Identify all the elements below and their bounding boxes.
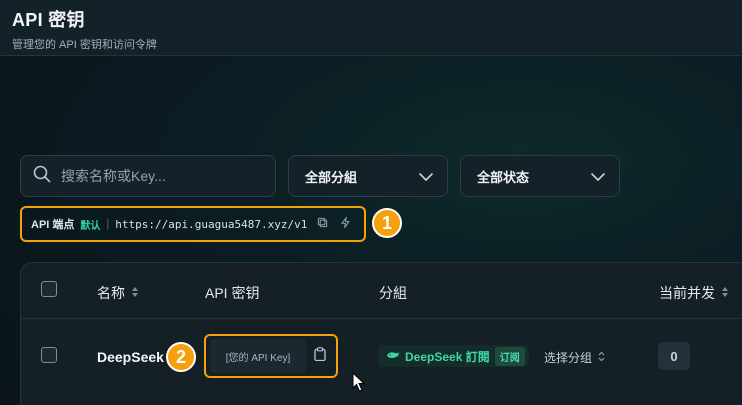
api-key-cell: [您的 API Key]	[204, 334, 338, 378]
group-name: DeepSeek 訂閱	[405, 349, 490, 364]
api-endpoint-bar: API 端点 默认 | https://api.guagua5487.xyz/v…	[20, 206, 366, 242]
key-name: DeepSeek	[97, 349, 164, 365]
sort-icon	[131, 285, 139, 301]
search-icon	[33, 165, 51, 188]
api-key-value: [您的 API Key]	[210, 339, 306, 373]
choose-group-label: 选择分组	[544, 351, 593, 365]
copy-key-button[interactable]	[306, 339, 334, 373]
chevron-down-icon	[419, 169, 433, 184]
clipboard-icon	[314, 346, 326, 366]
divider: |	[106, 218, 110, 230]
column-label-name: 名称	[97, 285, 125, 301]
search-input[interactable]	[61, 168, 261, 184]
sort-icon	[721, 285, 729, 301]
copy-icon[interactable]	[317, 217, 328, 231]
endpoint-url: https://api.guagua5487.xyz/v1	[115, 217, 308, 231]
column-header-group: 分組	[379, 285, 407, 301]
api-keys-table: 名称 API 密钥 分組 当前并发 DeepSeek	[20, 262, 742, 405]
whale-icon	[386, 349, 400, 363]
status-filter-select[interactable]: 全部状态	[460, 155, 620, 197]
page-header: API 密钥 管理您的 API 密钥和访问令牌	[0, 0, 742, 56]
row-checkbox[interactable]	[41, 347, 57, 363]
column-header-concurrency[interactable]: 当前并发	[659, 283, 729, 303]
page-title: API 密钥	[12, 10, 85, 30]
column-label-concurrency: 当前并发	[659, 285, 715, 301]
concurrency-value: 0	[658, 342, 690, 370]
group-chip[interactable]: DeepSeek 訂閱 订阅	[378, 345, 529, 367]
mouse-cursor-icon	[352, 371, 366, 397]
chevron-down-icon	[591, 169, 605, 184]
group-filter-select[interactable]: 全部分組	[288, 155, 448, 197]
column-header-api-key: API 密钥	[205, 285, 260, 301]
search-box[interactable]	[20, 155, 276, 197]
table-header: 名称 API 密钥 分組 当前并发	[21, 263, 742, 319]
group-filter-value: 全部分組	[305, 169, 358, 185]
subscription-tag: 订阅	[494, 346, 525, 366]
select-all-checkbox[interactable]	[41, 281, 57, 297]
choose-group-select[interactable]: 选择分组	[544, 349, 605, 366]
updown-chevron-icon	[598, 351, 605, 365]
lightning-icon[interactable]	[340, 216, 351, 231]
endpoint-label: API 端点	[31, 219, 75, 231]
annotation-marker-2: 2	[166, 342, 196, 372]
annotation-marker-1: 1	[372, 208, 402, 238]
status-filter-value: 全部状态	[477, 169, 530, 185]
page-subtitle: 管理您的 API 密钥和访问令牌	[12, 39, 157, 51]
default-badge: 默认	[80, 220, 101, 232]
column-header-name[interactable]: 名称	[97, 283, 139, 303]
